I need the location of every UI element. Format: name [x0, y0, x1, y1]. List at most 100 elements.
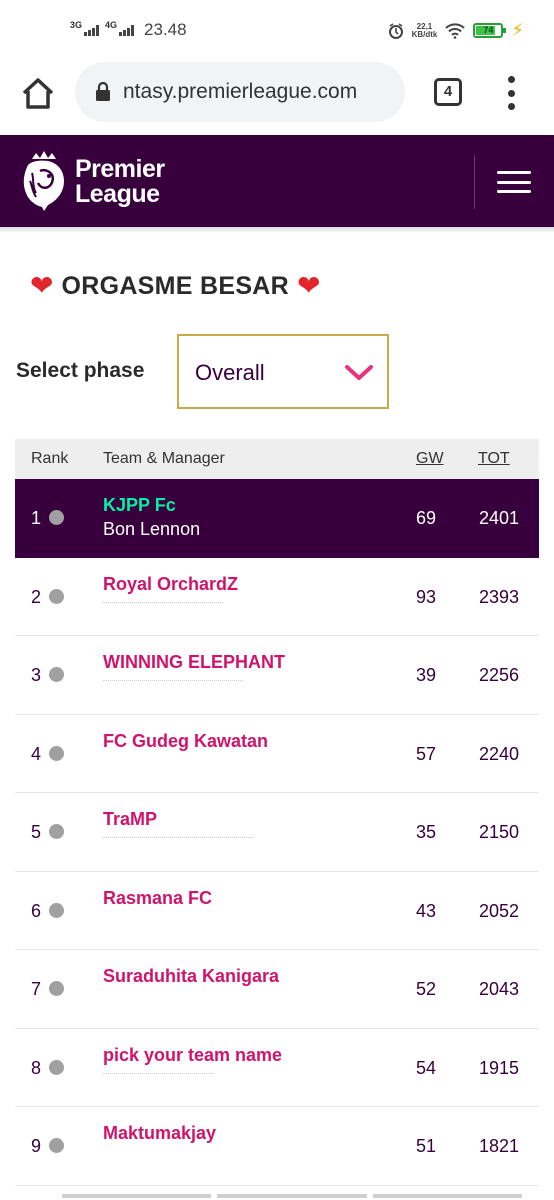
wifi-icon — [445, 22, 466, 39]
rank-value: 9 — [31, 1136, 42, 1156]
tot-column-header[interactable]: TOT — [478, 450, 510, 468]
hamburger-menu-icon[interactable] — [497, 171, 531, 193]
heart-icon: ❤ — [297, 270, 321, 301]
chevron-down-icon — [345, 365, 373, 380]
team-name-link[interactable]: Royal OrchardZ — [103, 574, 238, 595]
lock-icon — [96, 82, 110, 101]
network-type-label: 4G — [105, 19, 118, 30]
overflow-menu-icon[interactable] — [504, 76, 518, 110]
phase-selected-value: Overall — [195, 360, 265, 385]
redacted-manager-name — [103, 837, 253, 840]
standings-table: Rank Team & Manager GW TOT 1 KJPP Fc Bon… — [15, 439, 539, 1186]
table-row[interactable]: 3 WINNING ELEPHANT 39 2256 — [15, 636, 539, 715]
address-bar[interactable]: ntasy.premierleague.com — [75, 62, 405, 122]
redacted-manager-name — [103, 1072, 213, 1076]
rank-value: 3 — [31, 665, 42, 685]
movement-dot-icon — [49, 902, 64, 918]
gw-points: 54 — [416, 1057, 437, 1078]
header-shadow — [0, 227, 554, 233]
rank-value: 5 — [31, 822, 42, 842]
movement-dot-icon — [49, 667, 64, 682]
movement-dot-icon — [49, 510, 64, 525]
gw-points: 69 — [416, 508, 437, 528]
rank-column-header: Rank — [31, 450, 69, 467]
team-name-link[interactable]: FC Gudeg Kawatan — [103, 731, 268, 752]
pagination-scroll-indicator — [62, 1194, 522, 1198]
movement-dot-icon — [49, 588, 64, 604]
movement-dot-icon — [49, 745, 64, 761]
gw-points: 43 — [416, 900, 437, 921]
total-points: 1915 — [479, 1057, 520, 1078]
movement-dot-icon — [49, 1138, 64, 1153]
phase-dropdown[interactable]: Overall — [177, 334, 389, 409]
site-header: Premier League — [0, 135, 554, 227]
status-left: 3G 4G 23.48 — [70, 20, 187, 40]
url-text[interactable]: ntasy.premierleague.com — [123, 80, 357, 104]
header-divider — [474, 155, 475, 209]
rank-value: 1 — [31, 508, 42, 528]
brand-line-1: Premier — [75, 155, 165, 183]
gw-column-header[interactable]: GW — [416, 450, 444, 468]
heart-icon: ❤ — [30, 270, 54, 301]
total-points: 2043 — [479, 979, 520, 999]
table-row[interactable]: 1 KJPP Fc Bon Lennon 69 2401 — [15, 479, 539, 558]
home-icon[interactable] — [18, 74, 58, 114]
table-row[interactable]: 5 TraMP 35 2150 — [15, 793, 539, 872]
rank-value: 6 — [31, 900, 42, 921]
league-name: ORGASME BESAR — [61, 271, 290, 300]
charging-icon: ⚡ — [511, 20, 524, 40]
speed-unit: KB/dtk — [411, 29, 438, 39]
team-name-link[interactable]: WINNING ELEPHANT — [103, 652, 285, 673]
signal-4g-icon: 4G — [105, 20, 135, 36]
phase-label: Select phase — [16, 359, 145, 382]
status-bar: 3G 4G 23.48 22,1 KB/dtk 74 ⚡ — [0, 0, 554, 62]
total-points: 2393 — [479, 586, 520, 607]
table-row[interactable]: 7 Suraduhita Kanigara 52 2043 — [15, 950, 539, 1029]
brand-line-2: League — [75, 180, 160, 208]
team-column-header: Team & Manager — [103, 450, 225, 467]
alarm-icon — [388, 22, 403, 39]
rank-value: 4 — [31, 743, 42, 764]
gw-points: 93 — [416, 586, 437, 607]
redacted-manager-name — [103, 601, 223, 605]
table-row[interactable]: 4 FC Gudeg Kawatan 57 2240 — [15, 714, 539, 793]
premier-league-lion-logo[interactable] — [18, 149, 70, 213]
team-name-link[interactable]: Suraduhita Kanigara — [103, 966, 279, 987]
network-type-label: 3G — [70, 19, 83, 30]
team-name-link[interactable]: KJPP Fc — [103, 495, 176, 516]
movement-dot-icon — [49, 981, 64, 996]
browser-toolbar: ntasy.premierleague.com 4 — [0, 62, 554, 134]
team-name-link[interactable]: Rasmana FC — [103, 888, 212, 909]
status-right: 22,1 KB/dtk 74 ⚡ — [388, 20, 524, 41]
rank-value: 2 — [31, 586, 42, 607]
table-row[interactable]: 6 Rasmana FC 43 2052 — [15, 871, 539, 950]
network-speed: 22,1 KB/dtk — [411, 22, 438, 39]
gw-points: 51 — [416, 1136, 437, 1156]
league-title: ❤ ORGASME BESAR ❤ — [30, 270, 320, 302]
total-points: 2052 — [479, 900, 520, 921]
tab-switcher-button[interactable]: 4 — [434, 78, 462, 106]
gw-points: 57 — [416, 743, 437, 764]
brand-wordmark[interactable]: Premier League — [75, 157, 165, 207]
total-points: 1821 — [479, 1136, 520, 1156]
team-name-link[interactable]: TraMP — [103, 809, 157, 830]
manager-name: Bon Lennon — [103, 519, 201, 539]
table-row[interactable]: 9 Maktumakjay 51 1821 — [15, 1107, 539, 1186]
signal-3g-icon: 3G — [70, 20, 100, 36]
battery-icon: 74 — [473, 23, 507, 38]
table-row[interactable]: 2 Royal OrchardZ 93 2393 — [15, 557, 539, 636]
team-name-link[interactable]: Maktumakjay — [103, 1123, 216, 1144]
total-points: 2240 — [479, 743, 520, 764]
gw-points: 39 — [416, 665, 437, 685]
total-points: 2150 — [479, 822, 520, 842]
total-points: 2256 — [479, 665, 520, 685]
team-name-link[interactable]: pick your team name — [103, 1045, 282, 1066]
redacted-manager-name — [103, 680, 243, 683]
clock: 23.48 — [144, 20, 187, 39]
movement-dot-icon — [49, 1059, 64, 1075]
total-points: 2401 — [479, 508, 520, 528]
gw-points: 52 — [416, 979, 437, 999]
table-row[interactable]: 8 pick your team name 54 1915 — [15, 1028, 539, 1107]
table-header: Rank Team & Manager GW TOT — [15, 439, 539, 479]
battery-level: 74 — [483, 25, 494, 35]
